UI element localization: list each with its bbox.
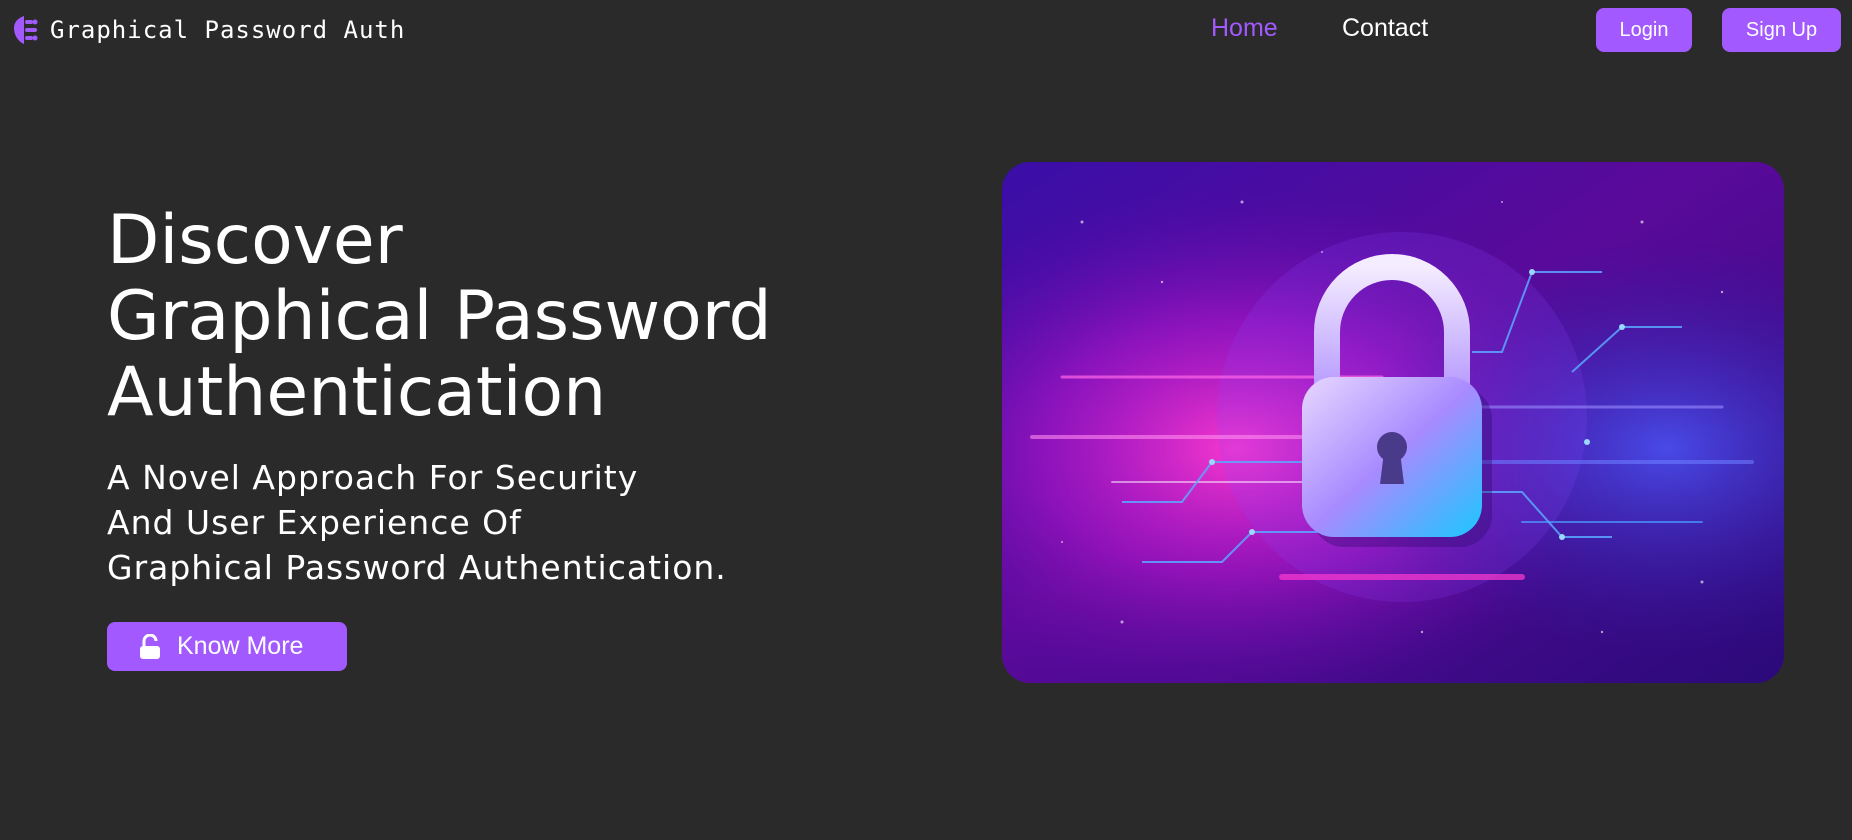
navbar: Graphical Password Auth Home Contact Log… [0,0,1852,62]
brand-name: Graphical Password Auth [50,16,406,44]
hero-title-line: Graphical Password [107,277,772,356]
login-button[interactable]: Login [1596,8,1692,52]
signup-button[interactable]: Sign Up [1722,8,1841,52]
padlock-illustration [1002,162,1784,683]
hero-title-line: Authentication [107,353,607,432]
unlock-icon [140,633,160,659]
nav-link-contact[interactable]: Contact [1342,14,1428,43]
know-more-label: Know More [177,632,304,660]
brand[interactable]: Graphical Password Auth [12,12,405,48]
shield-key-icon [14,16,38,44]
hero-subtitle-line: And User Experience Of [107,503,522,542]
hero-subtitle: A Novel Approach For Security And User E… [107,455,727,590]
hero-subtitle-line: A Novel Approach For Security [107,458,639,497]
hero-title-line: Discover [107,201,403,280]
hero-subtitle-line: Graphical Password Authentication. [107,548,727,587]
nav-link-home[interactable]: Home [1211,14,1278,43]
hero-title: Discover Graphical Password Authenticati… [107,203,772,431]
know-more-button[interactable]: Know More [107,622,347,671]
